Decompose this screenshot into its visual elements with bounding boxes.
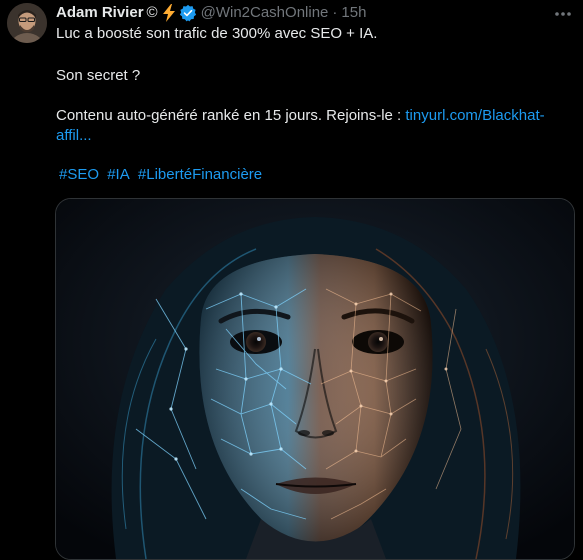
tweet-text-line2: Son secret ? bbox=[56, 67, 141, 84]
hashtag-liberte-financiere[interactable]: #LibertéFinancière bbox=[138, 166, 262, 183]
hashtag-list: #SEO #IA #LibertéFinancière bbox=[59, 165, 266, 185]
tweet-text-line3: Contenu auto-généré ranké en 15 jours. R… bbox=[56, 106, 572, 146]
tweet[interactable]: Adam Rivier © @Win2CashOnline · 15h Luc … bbox=[0, 0, 583, 560]
hashtag-seo[interactable]: #SEO bbox=[59, 166, 99, 183]
tweet-media-image[interactable] bbox=[55, 198, 575, 560]
verified-badge-icon[interactable] bbox=[179, 4, 197, 22]
tweet-header: Adam Rivier © @Win2CashOnline · 15h bbox=[56, 3, 366, 23]
more-options-button[interactable] bbox=[551, 4, 575, 24]
more-dots-icon bbox=[555, 12, 571, 16]
tweet-link-part2[interactable]: affil... bbox=[56, 127, 92, 144]
author-name[interactable]: Adam Rivier bbox=[56, 3, 144, 23]
author-avatar[interactable] bbox=[7, 3, 47, 43]
hashtag-ia[interactable]: #IA bbox=[107, 166, 130, 183]
author-handle[interactable]: @Win2CashOnline bbox=[201, 3, 329, 23]
author-emoji: © bbox=[146, 4, 158, 21]
lightning-bolt-icon bbox=[162, 4, 175, 22]
ai-face-network-image bbox=[56, 199, 574, 559]
tweet-link-part1[interactable]: tinyurl.com/Blackhat- bbox=[405, 107, 544, 124]
avatar-person-icon bbox=[7, 3, 47, 43]
tweet-timestamp[interactable]: 15h bbox=[341, 3, 366, 23]
separator-dot: · bbox=[332, 4, 338, 21]
tweet-text-line1: Luc a boosté son trafic de 300% avec SEO… bbox=[56, 25, 378, 42]
tweet-text-line3-prefix: Contenu auto-généré ranké en 15 jours. R… bbox=[56, 107, 406, 124]
